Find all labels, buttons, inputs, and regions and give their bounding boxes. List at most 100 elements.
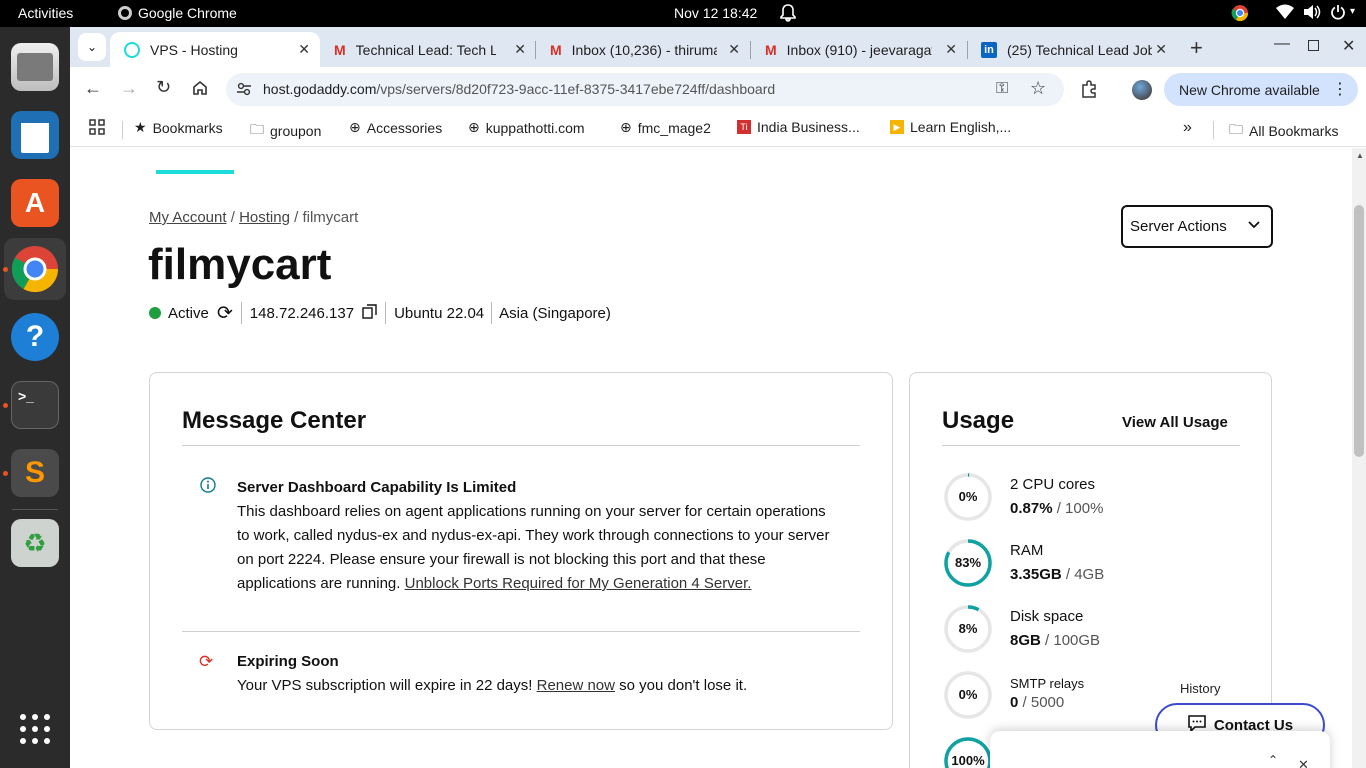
godaddy-favicon-icon — [124, 41, 140, 58]
tab-label: VPS - Hosting — [150, 41, 238, 58]
bookmark-india-business[interactable]: Ti India Business... — [737, 119, 860, 135]
trash-icon[interactable]: ♻ — [11, 519, 59, 567]
running-indicator — [3, 403, 8, 408]
renew-now-link[interactable]: Renew now — [537, 677, 615, 694]
linkedin-favicon-icon: in — [981, 41, 997, 58]
bookmark-bookmarks[interactable]: ★ Bookmarks — [134, 119, 223, 136]
volume-icon[interactable] — [1303, 4, 1321, 23]
usage-label: 2 CPU cores — [1010, 476, 1096, 493]
view-all-usage-link[interactable]: View All Usage — [1122, 414, 1228, 431]
running-indicator — [3, 267, 8, 272]
tab-inbox-jeevaragavan[interactable]: M Inbox (910) - jeevaragavan ✕ — [751, 32, 967, 67]
new-tab-icon[interactable]: + — [1190, 35, 1203, 61]
terminal-icon[interactable]: >_ — [11, 381, 59, 429]
home-icon[interactable] — [192, 80, 208, 101]
gmail-favicon-icon: M — [765, 41, 777, 58]
system-menu-chevron-icon[interactable]: ▾ — [1350, 6, 1355, 17]
tab-label: Inbox (10,236) - thirumal — [571, 41, 717, 58]
power-icon[interactable] — [1330, 4, 1346, 23]
activities-button[interactable]: Activities — [18, 5, 73, 21]
usage-percent: 0% — [958, 489, 978, 504]
divider — [385, 302, 387, 324]
chat-minimize-chevron-icon[interactable]: ⌃ — [1268, 753, 1278, 767]
close-tab-icon[interactable]: ✕ — [514, 41, 526, 58]
minimize-window-icon[interactable]: — — [1274, 35, 1290, 53]
nav-active-indicator — [156, 170, 234, 174]
new-chrome-available-button[interactable]: New Chrome available ⋮ — [1164, 73, 1358, 106]
show-apps-icon[interactable] — [11, 705, 59, 753]
password-key-icon[interactable]: ⚿ — [996, 80, 1008, 98]
usage-percent: 83% — [954, 555, 982, 570]
unblock-ports-link[interactable]: Unblock Ports Required for My Generation… — [405, 575, 752, 592]
chrome-app-icon — [118, 6, 132, 20]
chrome-dock-icon[interactable] — [11, 245, 59, 293]
usage-value: 8GB / 100GB — [1010, 632, 1101, 649]
bookmark-kuppathotti[interactable]: ⊕ kuppathotti.com — [468, 119, 585, 136]
bookmark-accessories[interactable]: ⊕ Accessories — [349, 119, 442, 136]
help-icon[interactable]: ? — [11, 313, 59, 361]
bookmark-star-icon[interactable]: ☆ — [1030, 78, 1046, 99]
usage-value: 3.35GB / 4GB — [1010, 566, 1105, 583]
sublime-text-icon[interactable]: S — [11, 449, 59, 497]
divider — [491, 302, 493, 324]
usage-label: RAM — [1010, 542, 1044, 559]
tab-technical-lead-jobs[interactable]: in (25) Technical Lead Jobs ✕ — [967, 32, 1177, 67]
server-actions-label: Server Actions — [1130, 218, 1227, 235]
usage-percent: 8% — [958, 621, 978, 636]
clock[interactable]: Nov 12 18:42 — [674, 5, 757, 21]
tab-vps-hosting[interactable]: VPS - Hosting ✕ — [110, 32, 320, 67]
forward-arrow-icon[interactable]: → — [120, 78, 138, 99]
indiamart-favicon-icon: Ti — [737, 120, 751, 134]
expiring-refresh-icon: ⟳ — [199, 652, 214, 671]
tab-search-chevron-icon[interactable]: ⌄ — [78, 33, 106, 61]
app-menu[interactable]: Google Chrome — [118, 5, 237, 21]
extensions-puzzle-icon[interactable] — [1080, 80, 1098, 103]
address-bar[interactable]: host.godaddy.com/vps/servers/8d20f723-9a… — [226, 73, 1064, 106]
reload-icon[interactable]: ↻ — [156, 77, 171, 98]
copy-ip-icon[interactable] — [362, 303, 377, 323]
notification-bell-icon — [780, 4, 796, 25]
site-info-icon[interactable] — [236, 81, 252, 102]
update-label: New Chrome available — [1179, 81, 1320, 98]
globe-icon: ⊕ — [620, 119, 632, 135]
profile-avatar[interactable] — [1132, 80, 1152, 100]
bookmark-groupon[interactable]: 🗀 groupon — [250, 119, 321, 143]
files-app-icon[interactable] — [11, 43, 59, 91]
apps-grid-icon[interactable] — [89, 119, 105, 135]
message-body: so you don't lose it. — [619, 677, 748, 694]
wifi-icon[interactable] — [1276, 4, 1294, 23]
system-top-bar: Activities Google Chrome Nov 12 18:42 ▾ — [0, 0, 1366, 27]
breadcrumb: My Account / Hosting / filmycart — [149, 209, 359, 226]
more-bookmarks-chevron-icon[interactable]: » — [1183, 119, 1192, 137]
all-bookmarks-button[interactable]: 🗀 All Bookmarks — [1229, 119, 1338, 143]
page-scrollbar[interactable]: ▲ — [1352, 148, 1366, 768]
maximize-window-icon[interactable] — [1308, 40, 1319, 51]
chat-panel: ⌃ ✕ — [990, 731, 1330, 768]
close-tab-icon[interactable]: ✕ — [298, 41, 310, 58]
writer-app-icon[interactable] — [11, 111, 59, 159]
chrome-tray-icon[interactable] — [1231, 4, 1249, 25]
breadcrumb-my-account[interactable]: My Account — [149, 209, 227, 226]
scroll-up-arrow-icon[interactable]: ▲ — [1356, 151, 1364, 160]
tab-technical-lead[interactable]: M Technical Lead: Tech Lead ✕ — [320, 32, 536, 67]
scrollbar-thumb[interactable] — [1354, 205, 1364, 457]
tab-inbox-thirumal[interactable]: M Inbox (10,236) - thirumal ✕ — [536, 32, 750, 67]
close-tab-icon[interactable]: ✕ — [1155, 41, 1167, 58]
app-center-icon[interactable]: A — [11, 179, 59, 227]
back-arrow-icon[interactable]: ← — [84, 78, 102, 99]
url-text: host.godaddy.com/vps/servers/8d20f723-9a… — [263, 81, 776, 97]
history-label[interactable]: History — [1180, 681, 1220, 696]
bookmark-fmc-mage2[interactable]: ⊕ fmc_mage2 — [620, 119, 711, 136]
bookmark-divider — [122, 121, 123, 139]
close-tab-icon[interactable]: ✕ — [945, 41, 957, 58]
folder-icon: 🗀 — [1229, 121, 1243, 137]
bookmark-learn-english[interactable]: ▶ Learn English,... — [890, 119, 1011, 135]
breadcrumb-hosting[interactable]: Hosting — [239, 209, 290, 226]
page-title: filmycart — [148, 240, 332, 289]
tab-label: (25) Technical Lead Jobs — [1007, 41, 1152, 58]
close-tab-icon[interactable]: ✕ — [728, 41, 740, 58]
server-actions-button[interactable]: Server Actions — [1121, 205, 1273, 248]
refresh-status-icon[interactable]: ⟳ — [217, 302, 233, 325]
chat-close-icon[interactable]: ✕ — [1298, 757, 1309, 768]
close-window-icon[interactable]: ✕ — [1342, 36, 1355, 56]
